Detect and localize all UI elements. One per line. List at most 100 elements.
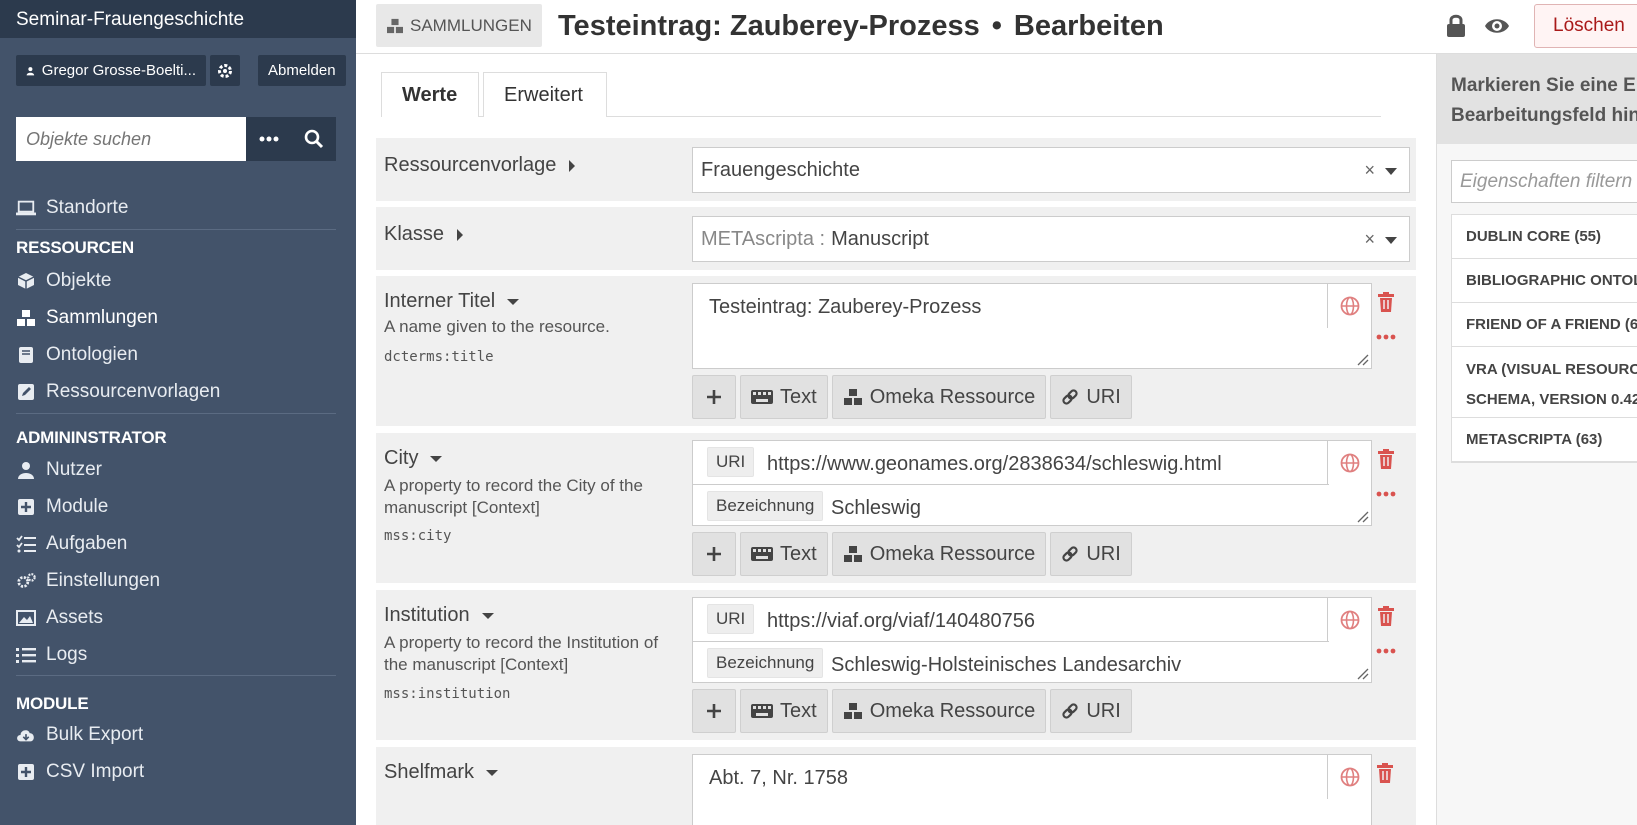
clear-icon[interactable]: × [1364, 229, 1375, 250]
gear-icon [218, 63, 232, 78]
collections-breadcrumb-button[interactable]: SAMMLUNGEN [376, 4, 542, 47]
add-text-button[interactable]: Text [740, 689, 828, 733]
search-input[interactable] [16, 117, 246, 161]
chevron-down-icon[interactable] [1385, 168, 1397, 175]
property-filter-input[interactable]: Eigenschaften filtern [1451, 160, 1637, 203]
nav-item-logs[interactable]: Logs [16, 640, 87, 670]
vocabulary-item[interactable]: DUBLIN CORE (55) [1452, 215, 1637, 259]
trash-icon[interactable] [1377, 606, 1395, 626]
globe-icon [1340, 610, 1359, 630]
user-bar: Gregor Grosse-Boelti... Abmelden [16, 55, 346, 86]
uri-input[interactable]: https://viaf.org/viaf/140480756 [767, 610, 1035, 633]
lock-icon[interactable] [1446, 14, 1466, 38]
uri-input[interactable]: https://www.geonames.org/2838634/schlesw… [767, 453, 1222, 476]
link-icon [1062, 703, 1078, 719]
language-button[interactable] [1327, 755, 1371, 799]
class-vocab-prefix: METAscripta : [701, 227, 826, 250]
search-submit-button[interactable] [291, 117, 336, 161]
add-uri-button[interactable]: URI [1050, 532, 1132, 576]
property-label[interactable]: Shelfmark [384, 761, 499, 784]
hint-line: Markieren Sie eine Ei [1451, 75, 1637, 96]
nav-item-einstellungen[interactable]: Einstellungen [16, 566, 160, 596]
language-button[interactable] [1327, 598, 1371, 642]
eye-icon[interactable] [1484, 14, 1510, 38]
property-label[interactable]: City [384, 447, 443, 470]
vocabulary-item[interactable]: FRIEND OF A FRIEND (62 [1452, 303, 1637, 347]
ellipsis-icon [259, 136, 278, 142]
nav-item-csv-import[interactable]: CSV Import [16, 757, 144, 787]
value-textarea[interactable]: Testeintrag: Zauberey-Prozess [692, 283, 1372, 369]
nav-section-resources: RESSOURCEN [16, 238, 134, 257]
resize-handle-icon[interactable] [1355, 666, 1369, 680]
label-input[interactable]: Schleswig [831, 497, 921, 520]
cubes-icon [387, 18, 403, 33]
more-options-icon[interactable] [1376, 334, 1396, 340]
more-options-icon[interactable] [1376, 648, 1396, 654]
nav-section-modules: MODULE [16, 694, 89, 713]
divider [693, 484, 1329, 485]
class-select[interactable]: METAscripta : Manuscript × [692, 216, 1410, 262]
chevron-down-icon[interactable] [1385, 237, 1397, 244]
add-text-button[interactable]: Text [740, 532, 828, 576]
vocabulary-item-line: SCHEMA, VERSION 0.42 [1466, 390, 1637, 408]
resize-handle-icon[interactable] [1355, 352, 1369, 366]
language-button[interactable] [1327, 284, 1371, 328]
nav-item-standorte[interactable]: Standorte [16, 193, 128, 223]
user-profile-button[interactable]: Gregor Grosse-Boelti... [16, 55, 206, 86]
resize-handle-icon[interactable] [1355, 509, 1369, 523]
vocabulary-item-multiline[interactable]: VRA (VISUAL RESOURCE SCHEMA, VERSION 0.4… [1452, 347, 1637, 418]
nav-item-ontologien[interactable]: Ontologien [16, 340, 138, 370]
tab-advanced[interactable]: Erweitert [483, 72, 607, 117]
resource-template-select[interactable]: Frauengeschichte × [692, 147, 1410, 193]
trash-icon[interactable] [1376, 763, 1394, 783]
user-settings-button[interactable] [210, 55, 240, 86]
edit-icon [18, 384, 34, 400]
label-input[interactable]: Schleswig-Holsteinisches Landesarchiv [831, 654, 1181, 677]
property-row-city: City A property to record the City of th… [376, 433, 1416, 583]
label-caption: Bezeichnung [707, 491, 824, 521]
value-textarea[interactable]: Abt. 7, Nr. 1758 [692, 754, 1372, 825]
keyboard-icon [751, 704, 773, 718]
add-value-button[interactable] [692, 689, 736, 733]
add-omeka-resource-button[interactable]: Omeka Ressource [831, 375, 1047, 419]
property-selector-panel: Markieren Sie eine Ei Bearbeitungsfeld h… [1436, 54, 1637, 825]
add-uri-button[interactable]: URI [1050, 689, 1132, 733]
advanced-search-button[interactable] [246, 117, 291, 161]
add-value-button[interactable] [692, 532, 736, 576]
add-value-button[interactable] [692, 375, 736, 419]
property-label[interactable]: Interner Titel [384, 290, 520, 313]
clear-icon[interactable]: × [1364, 160, 1375, 181]
nav-item-bulk-export[interactable]: Bulk Export [16, 720, 143, 750]
nav-item-objekte[interactable]: Objekte [16, 266, 111, 296]
user-icon [26, 66, 35, 75]
language-button[interactable] [1327, 441, 1371, 485]
vocabulary-item[interactable]: METASCRIPTA (63) [1452, 418, 1637, 462]
add-omeka-resource-button[interactable]: Omeka Ressource [831, 532, 1047, 576]
nav-item-nutzer[interactable]: Nutzer [16, 455, 102, 485]
add-value-buttons: Text Omeka Ressource URI [692, 532, 1132, 576]
nav-item-module[interactable]: Module [16, 492, 108, 522]
nav-item-aufgaben[interactable]: Aufgaben [16, 529, 127, 559]
property-row-title: Interner Titel A name given to the resou… [376, 276, 1416, 426]
trash-icon[interactable] [1377, 292, 1395, 312]
trash-icon[interactable] [1377, 449, 1395, 469]
site-title[interactable]: Seminar-Frauengeschichte [0, 0, 356, 38]
add-omeka-resource-button[interactable]: Omeka Ressource [831, 689, 1047, 733]
keyboard-icon [751, 547, 773, 561]
logout-button[interactable]: Abmelden [258, 55, 346, 86]
nav-item-assets[interactable]: Assets [16, 603, 103, 633]
add-uri-button[interactable]: URI [1050, 375, 1132, 419]
delete-button[interactable]: Löschen [1534, 4, 1637, 48]
nav-label: Bulk Export [46, 724, 144, 745]
more-options-icon[interactable] [1376, 491, 1396, 497]
sidebar: Seminar-Frauengeschichte Gregor Grosse-B… [0, 0, 356, 825]
class-label[interactable]: Klasse [384, 223, 464, 246]
resource-template-label[interactable]: Ressourcenvorlage [384, 154, 576, 177]
nav-item-sammlungen[interactable]: Sammlungen [16, 303, 158, 333]
button-label: URI [1086, 699, 1121, 722]
vocabulary-item[interactable]: BIBLIOGRAPHIC ONTOL [1452, 259, 1637, 303]
tab-values[interactable]: Werte [381, 72, 479, 117]
nav-item-ressourcenvorlagen[interactable]: Ressourcenvorlagen [16, 377, 220, 407]
add-text-button[interactable]: Text [740, 375, 828, 419]
property-label[interactable]: Institution [384, 604, 494, 627]
